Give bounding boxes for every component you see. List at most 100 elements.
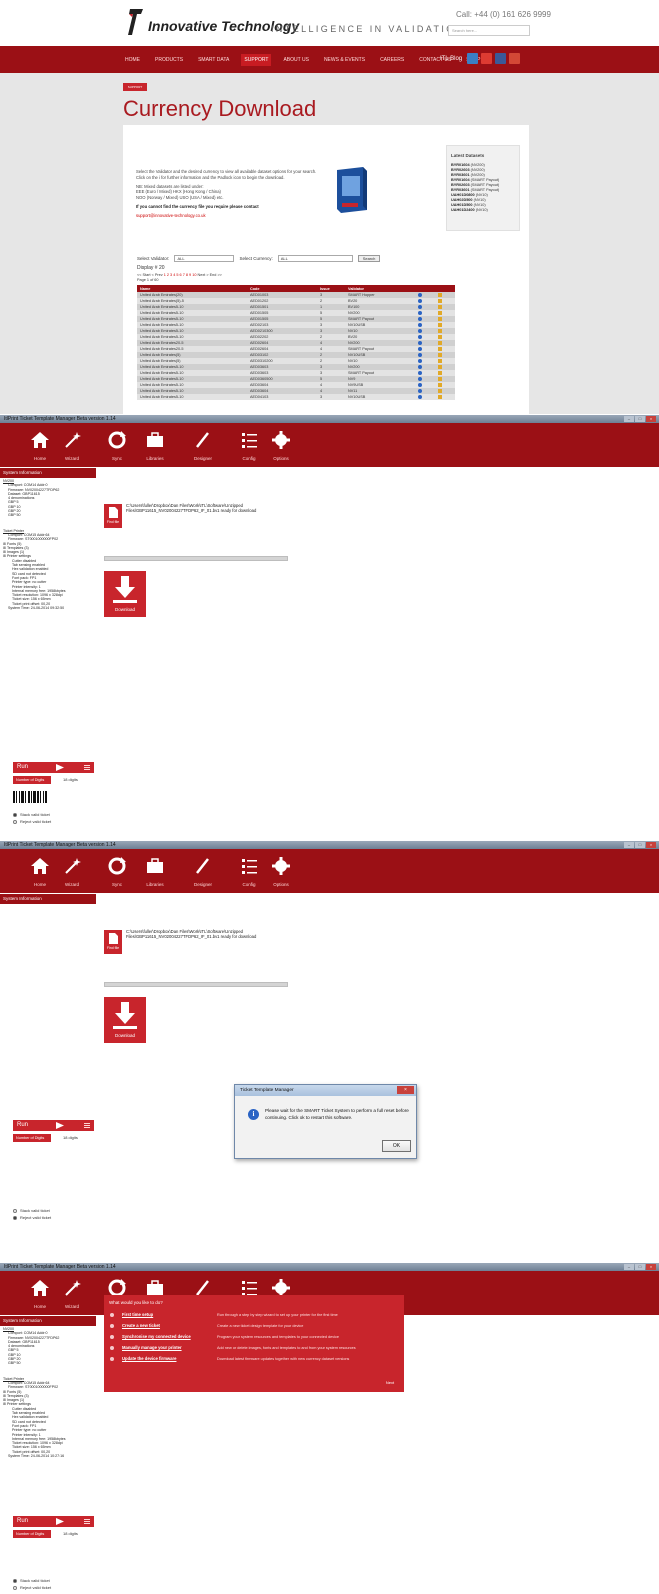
reject-valid-ticket-radio[interactable]: Reject valid ticket (13, 1585, 51, 1590)
wizard-option[interactable]: Update the device firmware Download lates… (110, 1355, 400, 1365)
padlock-icon[interactable] (438, 340, 442, 345)
info-icon[interactable] (418, 382, 422, 387)
pager-pages[interactable]: 1 2 3 4 5 6 7 8 9 10 (164, 273, 197, 277)
wizard-option-title[interactable]: First time setup (122, 1311, 153, 1319)
minimize-button[interactable]: – (624, 842, 634, 848)
padlock-icon[interactable] (438, 316, 442, 321)
wizard-option-title[interactable]: Synchronise my connected device (122, 1333, 191, 1341)
nav-item[interactable]: CAREERS (377, 54, 407, 66)
padlock-icon[interactable] (438, 298, 442, 303)
info-icon[interactable] (418, 346, 422, 351)
display-count-select[interactable]: Display # 20 (137, 265, 165, 271)
info-icon[interactable] (418, 376, 422, 381)
padlock-icon[interactable] (438, 346, 442, 351)
info-icon[interactable] (418, 322, 422, 327)
padlock-icon[interactable] (438, 304, 442, 309)
dialog-ok-button[interactable]: OK (382, 1140, 411, 1152)
toolbar-designer[interactable]: Designer (180, 423, 226, 467)
stack-valid-ticket-radio[interactable]: Stack valid ticket (13, 1578, 50, 1583)
padlock-icon[interactable] (438, 352, 442, 357)
wizard-option-title[interactable]: Manually manage your printer (122, 1344, 182, 1352)
info-icon[interactable] (418, 298, 422, 303)
reject-valid-ticket-radio[interactable]: Reject valid ticket (13, 819, 51, 824)
close-button[interactable]: × (646, 416, 656, 422)
padlock-icon[interactable] (438, 334, 442, 339)
toolbar-wizard[interactable]: Wizard (49, 423, 95, 467)
padlock-icon[interactable] (438, 328, 442, 333)
toolbar-wizard[interactable]: Wizard (49, 1271, 95, 1315)
info-icon[interactable] (418, 328, 422, 333)
info-icon[interactable] (418, 304, 422, 309)
info-icon[interactable] (418, 340, 422, 345)
padlock-icon[interactable] (438, 388, 442, 393)
run-button[interactable]: Run (13, 762, 94, 773)
radio-indicator[interactable] (13, 1215, 17, 1220)
stack-valid-ticket-radio[interactable]: Stack valid ticket (13, 812, 50, 817)
wizard-option-title[interactable]: Create a new ticket (122, 1322, 160, 1330)
close-button[interactable]: × (646, 842, 656, 848)
padlock-icon[interactable] (438, 322, 442, 327)
youtube-icon[interactable] (481, 53, 493, 64)
pager-prev[interactable]: << Start < Prev (137, 273, 163, 277)
maximize-button[interactable]: □ (635, 842, 645, 848)
maximize-button[interactable]: □ (635, 1264, 645, 1270)
find-file-button[interactable]: Find file (104, 930, 122, 954)
info-icon[interactable] (418, 394, 422, 399)
minimize-button[interactable]: – (624, 1264, 634, 1270)
padlock-icon[interactable] (438, 394, 442, 399)
toolbar-libraries[interactable]: Libraries (132, 849, 178, 893)
number-of-digits-value[interactable]: 18 digits (63, 1531, 78, 1536)
toolbar-libraries[interactable]: Libraries (132, 423, 178, 467)
padlock-icon[interactable] (438, 370, 442, 375)
dialog-close-button[interactable]: × (397, 1086, 414, 1094)
info-icon[interactable] (418, 292, 422, 297)
padlock-icon[interactable] (438, 376, 442, 381)
nav-item[interactable]: PRODUCTS (152, 54, 186, 66)
padlock-icon[interactable] (438, 292, 442, 297)
menu-icon[interactable] (84, 1123, 90, 1128)
wizard-option[interactable]: Manually manage your printer Add new or d… (110, 1344, 400, 1354)
wizard-option[interactable]: Create a new ticket Create a new ticket d… (110, 1322, 400, 1332)
info-icon[interactable] (418, 352, 422, 357)
radio-indicator[interactable] (13, 1208, 17, 1213)
nav-item[interactable]: ABOUT US (280, 54, 311, 66)
select-currency-dropdown[interactable]: ALL (277, 255, 353, 262)
radio-indicator[interactable] (13, 1585, 17, 1590)
latest-dataset-item[interactable]: UAH01D2400 (NV10) (451, 208, 515, 213)
info-icon[interactable] (418, 370, 422, 375)
breadcrumb[interactable]: SUPPORT (123, 83, 147, 91)
stack-valid-ticket-radio[interactable]: Stack valid ticket (13, 1208, 50, 1213)
padlock-icon[interactable] (438, 358, 442, 363)
system-information-tab[interactable]: System Information (0, 468, 96, 478)
facebook-icon[interactable] (495, 53, 507, 64)
find-file-button[interactable]: Find file (104, 504, 122, 528)
nav-item[interactable]: SMART DATA (195, 54, 232, 66)
wizard-option-title[interactable]: Update the device firmware (122, 1355, 176, 1363)
run-button[interactable]: Run (13, 1120, 94, 1131)
radio-indicator[interactable] (13, 819, 17, 824)
googleplus-icon[interactable] (509, 53, 521, 64)
info-icon[interactable] (418, 310, 422, 315)
support-email-link[interactable]: support@innovative-technology.co.uk (136, 213, 326, 219)
number-of-digits-value[interactable]: 18 digits (63, 1135, 78, 1140)
toolbar-options[interactable]: Options (258, 849, 304, 893)
pager-next[interactable]: Next > End >> (198, 273, 222, 277)
next-button[interactable]: Next (377, 1377, 403, 1389)
download-button[interactable]: Download (104, 997, 146, 1043)
info-icon[interactable] (418, 364, 422, 369)
nav-item[interactable]: NEWS & EVENTS (321, 54, 368, 66)
wizard-option[interactable]: First time setup Run through a step by st… (110, 1311, 400, 1321)
padlock-icon[interactable] (438, 382, 442, 387)
info-icon[interactable] (418, 358, 422, 363)
info-icon[interactable] (418, 316, 422, 321)
info-icon[interactable] (418, 388, 422, 393)
toolbar-wizard[interactable]: Wizard (49, 849, 95, 893)
info-icon[interactable] (418, 334, 422, 339)
nav-item[interactable]: HOME (122, 54, 143, 66)
search-button[interactable]: Search (357, 255, 381, 262)
linkedin-icon[interactable] (467, 53, 479, 64)
toolbar-options[interactable]: Options (258, 423, 304, 467)
menu-icon[interactable] (84, 1519, 90, 1524)
toolbar-designer[interactable]: Designer (180, 849, 226, 893)
download-button[interactable]: Download (104, 571, 146, 617)
